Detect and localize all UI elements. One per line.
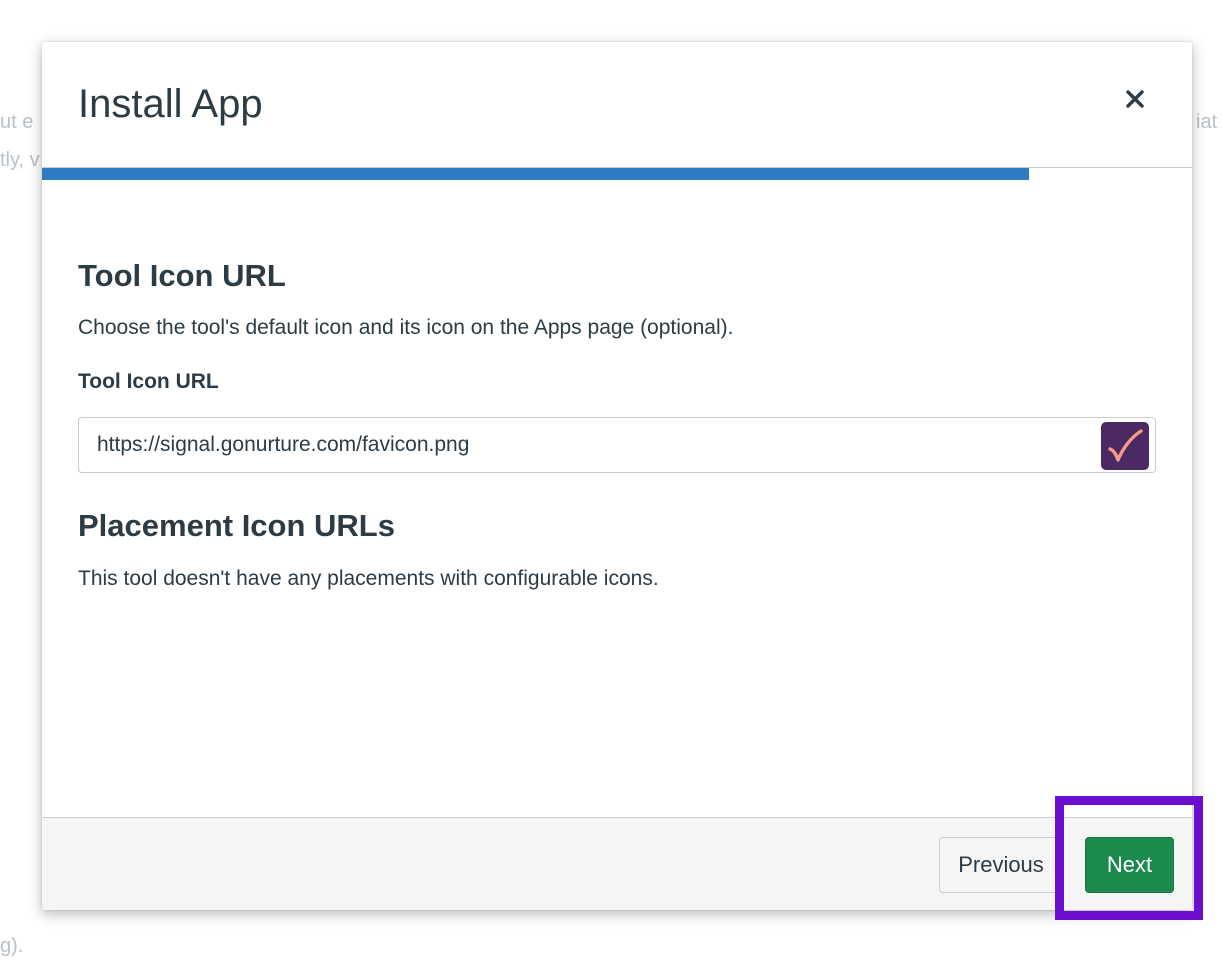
- favicon-preview: [1101, 422, 1149, 470]
- install-app-modal: Install App Tool Icon URL Choose the too…: [42, 42, 1192, 910]
- tool-icon-heading: Tool Icon URL: [78, 258, 286, 293]
- modal-footer: Previous Next: [42, 817, 1192, 910]
- background-text-fragment: iat: [1196, 111, 1218, 133]
- tool-icon-url-input[interactable]: [79, 418, 1089, 472]
- close-button[interactable]: [1118, 82, 1152, 116]
- modal-header: Install App: [42, 42, 1192, 168]
- placement-icons-heading: Placement Icon URLs: [78, 508, 395, 543]
- modal-title: Install App: [78, 82, 263, 126]
- background-text-fragment: tly, v: [0, 149, 40, 171]
- previous-button[interactable]: Previous: [939, 837, 1063, 893]
- tool-icon-url-field: [78, 417, 1156, 473]
- checkmark-swoosh-icon: [1108, 429, 1143, 462]
- tool-icon-url-label: Tool Icon URL: [78, 370, 219, 393]
- progress-bar: [42, 168, 1192, 180]
- placement-icons-description: This tool doesn't have any placements wi…: [78, 567, 659, 590]
- progress-bar-fill: [42, 168, 1029, 180]
- background-text-fragment: ut e: [0, 111, 34, 133]
- next-button[interactable]: Next: [1085, 837, 1174, 893]
- close-icon: [1126, 90, 1144, 108]
- background-text-fragment: g).: [0, 935, 24, 957]
- tool-icon-description: Choose the tool's default icon and its i…: [78, 316, 734, 339]
